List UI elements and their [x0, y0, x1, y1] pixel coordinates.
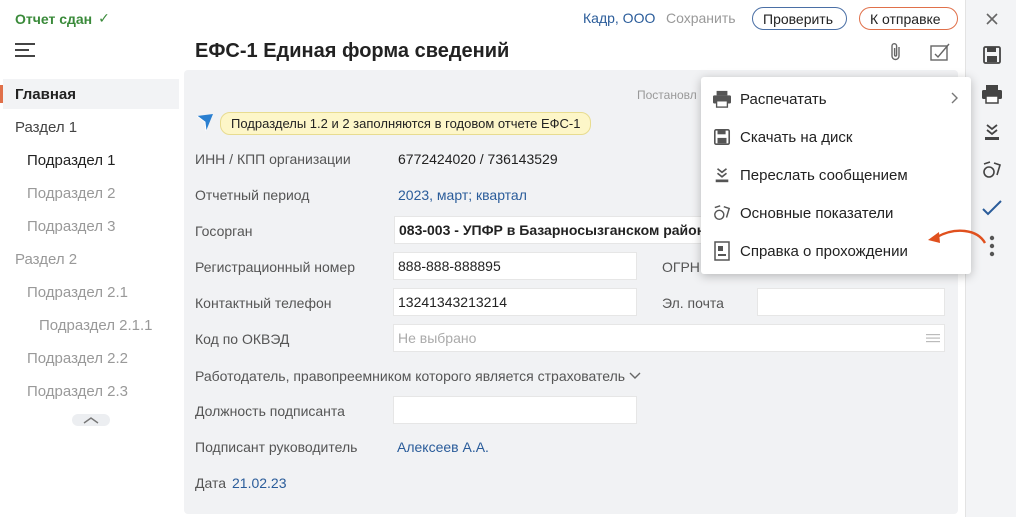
pointer-arrow-icon	[925, 225, 987, 255]
hint-badge: Подразделы 1.2 и 2 заполняются в годовом…	[220, 111, 592, 135]
save-icon[interactable]	[978, 41, 1006, 69]
sidebar-item-subsection-1[interactable]: Подраздел 1	[27, 152, 115, 169]
nav-active-marker	[0, 85, 3, 103]
checkmark-icon[interactable]	[978, 194, 1006, 222]
chevron-down-icon	[629, 372, 641, 379]
org-link[interactable]: Кадр, ООО	[583, 10, 655, 26]
floppy-icon	[711, 126, 733, 148]
menu-item-print[interactable]: Распечатать	[711, 85, 827, 113]
sidebar-item-section-1[interactable]: Раздел 1	[15, 119, 77, 136]
report-status: Отчет сдан ✓	[15, 10, 110, 27]
email-input[interactable]	[757, 288, 945, 316]
okved-select[interactable]: Не выбрано	[393, 324, 945, 352]
status-text: Отчет сдан	[15, 10, 93, 27]
menu-toggle-icon[interactable]	[15, 42, 35, 58]
menu-item-label: Распечатать	[740, 90, 827, 108]
date-link[interactable]: 21.02.23	[232, 475, 287, 491]
close-icon[interactable]	[978, 5, 1006, 33]
indicators-icon[interactable]	[978, 156, 1006, 184]
sidebar-item-subsection-2-3[interactable]: Подраздел 2.3	[27, 383, 128, 400]
reg-number-label: Регистрационный номер	[195, 259, 355, 275]
menu-item-download[interactable]: Скачать на диск	[711, 123, 852, 151]
employer-toggle[interactable]: Работодатель, правопреемником которого я…	[195, 368, 641, 384]
menu-item-label: Переслать сообщением	[740, 166, 908, 184]
period-link[interactable]: 2023, март; квартал	[398, 187, 527, 203]
forward-message-icon	[711, 164, 733, 186]
chevron-right-icon	[951, 92, 959, 104]
check-icon: ✓	[98, 10, 110, 26]
attachment-icon[interactable]	[888, 42, 904, 62]
sidebar-item-subsection-2-2[interactable]: Подраздел 2.2	[27, 350, 128, 367]
indicators-icon	[711, 202, 733, 224]
sidebar-item-subsection-3[interactable]: Подраздел 3	[27, 218, 115, 235]
collapse-sidebar-button[interactable]	[72, 414, 110, 426]
phone-label: Контактный телефон	[195, 295, 332, 311]
print-icon[interactable]	[978, 80, 1006, 108]
sidebar-item-section-2[interactable]: Раздел 2	[15, 251, 77, 268]
signer-position-label: Должность подписанта	[195, 403, 345, 419]
certificate-icon	[711, 240, 733, 262]
ogrn-label: ОГРН	[662, 259, 700, 275]
employer-label: Работодатель, правопреемником которого я…	[195, 368, 626, 384]
menu-item-label: Скачать на диск	[740, 128, 853, 146]
sign-icon[interactable]	[929, 42, 951, 62]
phone-input[interactable]: 13241343213214	[393, 288, 637, 316]
okved-label: Код по ОКВЭД	[195, 331, 290, 347]
sidebar-item-subsection-2-1[interactable]: Подраздел 2.1	[27, 284, 128, 301]
menu-item-label: Основные показатели	[740, 204, 894, 222]
inn-value: 6772424020 / 736143529	[398, 151, 558, 167]
info-arrow-icon	[196, 114, 213, 132]
signer-link[interactable]: Алексеев А.А.	[397, 439, 489, 455]
menu-item-indicators[interactable]: Основные показатели	[711, 199, 893, 227]
list-icon	[926, 334, 940, 343]
reg-number-input[interactable]: 888-888-888895	[393, 252, 637, 280]
signer-label: Подписант руководитель	[195, 439, 358, 455]
hint-row: Подразделы 1.2 и 2 заполняются в годовом…	[196, 111, 592, 135]
check-button[interactable]: Проверить	[752, 7, 847, 30]
download-icon[interactable]	[978, 118, 1006, 146]
decree-label: Постановл	[637, 88, 697, 102]
print-icon	[711, 88, 733, 110]
send-button[interactable]: К отправке	[859, 7, 958, 30]
menu-item-receipt[interactable]: Справка о прохождении	[711, 237, 908, 265]
date-label: Дата	[195, 475, 227, 491]
menu-item-forward[interactable]: Переслать сообщением	[711, 161, 908, 189]
okved-placeholder: Не выбрано	[398, 330, 477, 346]
inn-label: ИНН / КПП организации	[195, 151, 351, 167]
page-title: ЕФС-1 Единая форма сведений	[195, 40, 510, 62]
email-label: Эл. почта	[662, 295, 724, 311]
menu-item-label: Справка о прохождении	[740, 242, 908, 260]
save-button[interactable]: Сохранить	[666, 10, 736, 26]
signer-position-input[interactable]	[393, 396, 637, 424]
gov-label: Госорган	[195, 223, 253, 239]
period-label: Отчетный период	[195, 187, 310, 203]
gov-field[interactable]: 083-003 - УПФР в Базарносызганском район	[394, 216, 702, 244]
sidebar-item-main[interactable]: Главная	[15, 86, 76, 103]
sidebar-item-subsection-2[interactable]: Подраздел 2	[27, 185, 115, 202]
sidebar-item-subsection-2-1-1[interactable]: Подраздел 2.1.1	[39, 317, 153, 334]
chevron-up-icon	[83, 417, 99, 424]
